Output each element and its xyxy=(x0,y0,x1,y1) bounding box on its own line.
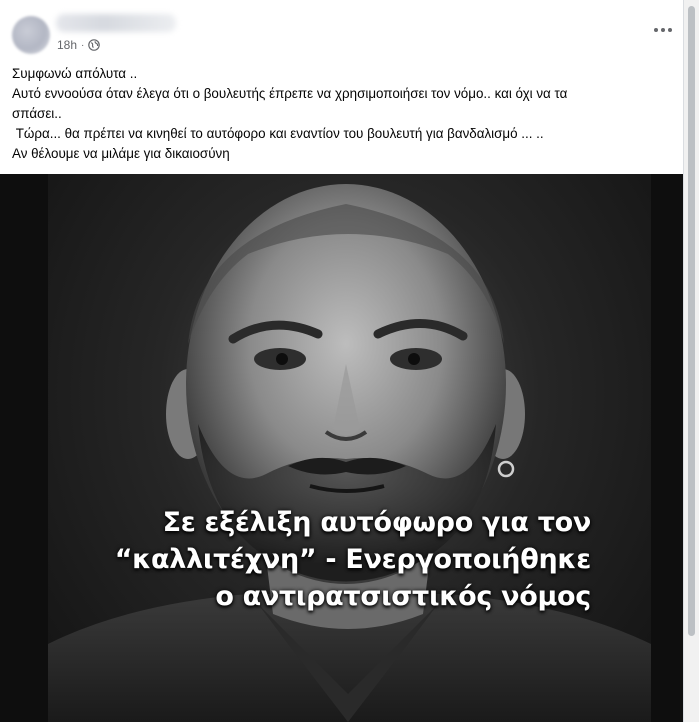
post-text-line: Αυτό εννοούσα όταν έλεγα ότι ο βουλευτής… xyxy=(12,86,568,101)
post-timestamp[interactable]: 18h xyxy=(57,38,77,52)
author-avatar[interactable] xyxy=(12,16,50,54)
meta-separator: · xyxy=(81,39,85,51)
globe-icon[interactable] xyxy=(88,39,101,51)
post-meta: 18h · xyxy=(57,37,101,53)
post-image-container[interactable]: Σε εξέλιξη αυτόφωρο για τον “καλλιτέχνη”… xyxy=(0,174,683,722)
feed-post: 18h · Συμφωνώ απόλυτα .. Αυτό εννοούσα ό… xyxy=(0,0,684,722)
caption-line: ο αντιρατσιστικός νόμος xyxy=(215,581,591,612)
page-scrollbar[interactable] xyxy=(684,0,699,722)
more-options-icon[interactable] xyxy=(649,20,677,40)
post-text: Συμφωνώ απόλυτα .. Αυτό εννοούσα όταν έλ… xyxy=(12,64,677,164)
portrait-photo[interactable]: Σε εξέλιξη αυτόφωρο για τον “καλλιτέχνη”… xyxy=(48,174,651,722)
author-name-redacted[interactable] xyxy=(56,14,176,32)
image-caption: Σε εξέλιξη αυτόφωρο για τον “καλλιτέχνη”… xyxy=(48,504,651,615)
post-header: 18h · xyxy=(0,0,683,60)
portrait-illustration xyxy=(48,184,651,722)
post-text-line: Αν θέλουμε να μιλάμε για δικαιοσύνη xyxy=(12,146,230,161)
post-text-line: Συμφωνώ απόλυτα .. xyxy=(12,66,138,81)
post-text-line: σπάσει.. xyxy=(12,106,62,121)
caption-line: Σε εξέλιξη αυτόφωρο για τον xyxy=(162,507,592,538)
post-text-line: Τώρα... θα πρέπει να κινηθεί το αυτόφορο… xyxy=(12,126,544,141)
caption-line: “καλλιτέχνη” - Ενεργοποιήθηκε xyxy=(114,544,592,575)
scrollbar-thumb[interactable] xyxy=(688,6,695,636)
